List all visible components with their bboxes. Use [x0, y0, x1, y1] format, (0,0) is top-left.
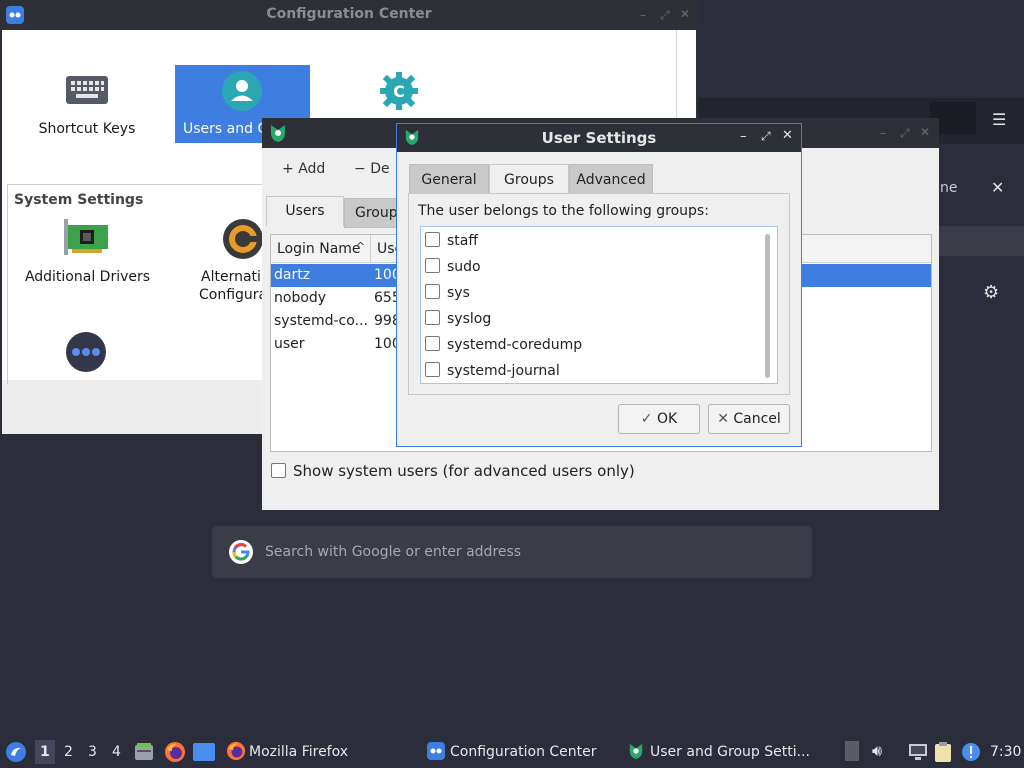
checkbox[interactable]: [271, 463, 286, 478]
row-login: user: [274, 336, 305, 352]
settings-gear-icon[interactable]: C: [378, 70, 420, 112]
show-system-users-checkbox[interactable]: Show system users (for advanced users on…: [271, 462, 635, 480]
show-system-users-label: Show system users (for advanced users on…: [293, 462, 635, 480]
users-and-groups-label[interactable]: Users and G: [183, 121, 268, 137]
alternatives-label-line2[interactable]: Configura: [199, 287, 263, 303]
search-placeholder: Search with Google or enter address: [265, 544, 522, 560]
add-user-button[interactable]: + Add: [282, 161, 325, 177]
user-group-task-icon[interactable]: [628, 742, 644, 760]
config-center-title: Configuration Center: [266, 6, 432, 22]
maximize-button[interactable]: ⤢: [660, 8, 670, 23]
minus-icon: −: [354, 161, 371, 177]
hamburger-menu-icon[interactable]: ☰: [992, 110, 1006, 129]
group-name: systemd-coredump: [447, 337, 583, 353]
cancel-button[interactable]: ✕ Cancel: [708, 404, 790, 434]
driver-card-icon[interactable]: [64, 219, 110, 257]
workspace-3[interactable]: 3: [88, 744, 97, 760]
list-item[interactable]: staff: [425, 232, 478, 249]
taskbar-config-center-label[interactable]: Configuration Center: [450, 744, 597, 760]
dialog-close-button[interactable]: ✕: [782, 128, 793, 143]
group-checkbox[interactable]: [425, 284, 440, 299]
ok-button[interactable]: ✓ OK: [618, 404, 700, 434]
network-icon[interactable]: [908, 743, 928, 761]
tab-advanced[interactable]: Advanced: [569, 164, 653, 194]
ok-label: OK: [656, 411, 678, 427]
ug-close-button[interactable]: ✕: [920, 125, 930, 139]
group-checkbox[interactable]: [425, 258, 440, 273]
close-button[interactable]: ✕: [680, 7, 690, 21]
notification-partial-text: ne: [940, 180, 958, 196]
delete-user-button[interactable]: − De: [354, 161, 390, 177]
list-item[interactable]: systemd-journal: [425, 362, 560, 379]
dialog-maximize-button[interactable]: ⤢: [761, 129, 771, 144]
list-item[interactable]: systemd-coredump: [425, 336, 582, 353]
group-name: syslog: [447, 311, 492, 327]
groups-list[interactable]: [420, 226, 778, 384]
svg-text:C: C: [393, 82, 405, 101]
desktop-icon[interactable]: [193, 743, 215, 761]
user-icon[interactable]: [221, 70, 263, 112]
ug-maximize-button[interactable]: ⤢: [900, 126, 910, 141]
tab-general[interactable]: General: [409, 164, 489, 194]
group-name: sys: [447, 285, 470, 301]
add-user-label: Add: [298, 161, 326, 177]
tab-users[interactable]: Users: [266, 196, 344, 226]
section-title: System Settings: [14, 192, 144, 208]
groups-description: The user belongs to the following groups…: [418, 203, 709, 219]
tray-up-arrow-icon[interactable]: [845, 741, 859, 761]
delete-user-label: De: [370, 161, 390, 177]
file-manager-icon[interactable]: [134, 742, 154, 762]
row-login: dartz: [274, 267, 311, 283]
close-notification-icon[interactable]: ✕: [991, 178, 1004, 197]
gear-icon[interactable]: ⚙: [983, 282, 999, 303]
clock: 7:30: [990, 744, 1022, 760]
workspace-4[interactable]: 4: [112, 744, 121, 760]
selected-row-extension: [801, 264, 931, 287]
shortcut-keys-label[interactable]: Shortcut Keys: [22, 121, 152, 137]
config-center-task-icon[interactable]: [427, 742, 445, 760]
group-name: systemd-journal: [447, 363, 560, 379]
alternatives-icon[interactable]: [222, 218, 264, 260]
check-icon: ✓: [640, 411, 657, 427]
row-login: nobody: [274, 290, 327, 306]
group-name: sudo: [447, 259, 481, 275]
dialog-minimize-button[interactable]: –: [740, 129, 747, 144]
minimize-button[interactable]: –: [640, 8, 646, 22]
list-item[interactable]: sudo: [425, 258, 481, 275]
workspace-1[interactable]: 1: [40, 744, 50, 760]
firefox-task-icon[interactable]: [226, 741, 246, 761]
notification-panel: [938, 226, 1024, 256]
column-login-label: Login Name: [277, 241, 361, 257]
list-item[interactable]: syslog: [425, 310, 491, 327]
ug-minimize-button[interactable]: –: [880, 126, 886, 140]
row-login: systemd-co...: [274, 313, 368, 329]
user-group-app-icon: [269, 123, 287, 143]
workspace-2[interactable]: 2: [64, 744, 73, 760]
group-checkbox[interactable]: [425, 232, 440, 247]
start-menu-icon[interactable]: [5, 741, 27, 763]
groups-scrollbar[interactable]: [765, 234, 770, 378]
group-name: staff: [447, 233, 479, 249]
updates-icon[interactable]: [961, 742, 981, 762]
volume-icon[interactable]: 🔊︎: [872, 741, 882, 761]
taskbar-user-group-label[interactable]: User and Group Setti...: [650, 744, 810, 760]
cancel-label: Cancel: [733, 411, 781, 427]
keyboard-icon[interactable]: [66, 74, 108, 106]
tab-groups[interactable]: Group: [344, 198, 404, 228]
plus-icon: +: [282, 161, 299, 177]
cancel-x-icon: ✕: [717, 411, 734, 427]
list-item[interactable]: sys: [425, 284, 470, 301]
group-checkbox[interactable]: [425, 310, 440, 325]
firefox-launcher-icon[interactable]: [164, 741, 186, 763]
group-checkbox[interactable]: [425, 336, 440, 351]
more-options-icon[interactable]: [65, 331, 107, 373]
sort-ascending-icon: ^: [356, 240, 366, 253]
alternatives-label-line1[interactable]: Alternati: [201, 269, 263, 285]
google-icon: [229, 540, 253, 564]
taskbar-firefox-label[interactable]: Mozilla Firefox: [249, 744, 348, 760]
clipboard-icon[interactable]: [934, 741, 952, 763]
group-checkbox[interactable]: [425, 362, 440, 377]
additional-drivers-label[interactable]: Additional Drivers: [20, 269, 155, 285]
tab-groups-active[interactable]: Groups: [489, 164, 569, 194]
